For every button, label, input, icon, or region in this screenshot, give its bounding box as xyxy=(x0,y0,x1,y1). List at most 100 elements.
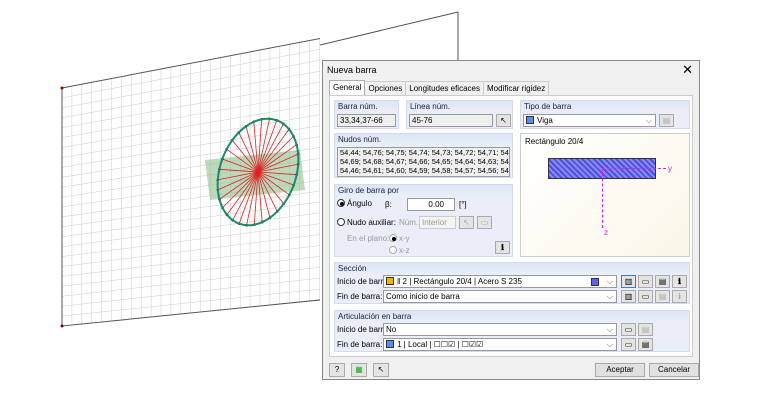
rotation-group: Giro de barra por Ángulo β: 0.00 [°] Nud… xyxy=(334,184,513,257)
tab-longitudes[interactable]: Longitudes eficaces xyxy=(405,81,484,96)
section-end-select[interactable]: Como inicio de barra ⌵ xyxy=(383,290,617,303)
nodes-line: 54,69; 54,68; 54,67; 54,66; 54,65; 54,64… xyxy=(340,157,510,166)
chevron-down-icon: ⌵ xyxy=(606,325,613,334)
release-system: Local xyxy=(407,340,428,349)
rotation-label: Giro de barra por xyxy=(335,185,512,196)
new-release-icon[interactable]: ▭ xyxy=(621,338,636,351)
new-node-icon[interactable]: ▭ xyxy=(477,216,492,229)
mesh-line xyxy=(61,267,320,297)
tab-opciones[interactable]: Opciones xyxy=(364,81,407,96)
chevron-down-icon: ⌵ xyxy=(606,277,613,286)
section-group: Sección Inicio de barra: ‖ 2 | Rectángul… xyxy=(334,262,690,304)
section-number: 2 xyxy=(402,277,407,286)
close-icon[interactable]: ✕ xyxy=(682,62,693,78)
plane-xz-radio[interactable]: x-z xyxy=(389,246,410,255)
mesh-line xyxy=(61,81,320,128)
info-icon[interactable]: ℹ xyxy=(495,241,510,254)
member-number-field[interactable]: 33,34,37-66 xyxy=(337,114,396,127)
plane-label: En el plano: xyxy=(347,234,390,243)
dialog-title: Nueva barra xyxy=(327,65,377,75)
z-axis xyxy=(602,168,603,228)
mesh-line xyxy=(61,277,320,307)
nodes-line: 54,44; 54,76; 54,75; 54,74; 54,73; 54,72… xyxy=(340,148,510,157)
member-type-select[interactable]: Viga ⌵ xyxy=(523,114,656,127)
aux-node-radio[interactable]: Nudo auxiliar: xyxy=(337,218,396,227)
member-number-group: Barra núm. 33,34,37-66 xyxy=(334,100,399,129)
y-axis xyxy=(602,168,666,169)
plane-xy-radio[interactable]: x-y xyxy=(389,234,410,243)
model-view-extension xyxy=(320,11,459,60)
info-icon[interactable]: ℹ xyxy=(672,290,687,303)
chevron-down-icon: ⌵ xyxy=(606,340,613,349)
member-type-value: Viga xyxy=(537,116,553,125)
mesh-line xyxy=(61,245,320,277)
z-axis-label: z xyxy=(604,228,608,237)
library-icon[interactable]: ▥ xyxy=(621,275,636,288)
release-label: Articulación en barra xyxy=(335,311,689,322)
section-material: Acero S 235 xyxy=(477,277,522,286)
edit-section-icon[interactable]: ▤ xyxy=(655,290,670,303)
section-end-value: Como inicio de barra xyxy=(386,292,460,301)
material-color-swatch xyxy=(591,278,599,286)
member-type-group: Tipo de barra Viga ⌵ ▤ xyxy=(520,100,690,129)
mesh-line xyxy=(61,288,320,317)
mesh-line xyxy=(61,114,320,158)
nodes-line: 54,46; 54,61; 54,60; 54,59; 54,58; 54,57… xyxy=(340,166,510,175)
section-preview: Rectángulo 20/4 y z xyxy=(520,133,690,257)
line-number-label: Línea núm. xyxy=(407,101,512,112)
aux-node-select[interactable]: Interior xyxy=(419,216,456,229)
units-icon[interactable]: ▦ xyxy=(351,363,367,377)
num-label: Núm.: xyxy=(399,218,421,227)
mesh-line xyxy=(61,212,320,247)
nodes-group: Nudos núm. 54,44; 54,76; 54,75; 54,74; 5… xyxy=(334,133,513,178)
aux-node-label: Nudo auxiliar: xyxy=(347,218,396,227)
release-group: Articulación en barra Inicio de barra: N… xyxy=(334,310,690,352)
cancel-button[interactable]: Cancelar xyxy=(649,363,699,377)
beta-input[interactable]: 0.00 xyxy=(407,198,455,211)
chevron-down-icon: ⌵ xyxy=(606,292,613,301)
angle-radio[interactable]: Ángulo xyxy=(337,199,372,208)
new-member-dialog: Nueva barra ✕ General Opciones Longitude… xyxy=(322,60,700,380)
mesh-line xyxy=(61,234,320,267)
line-number-group: Línea núm. 45-76 ↖ xyxy=(406,100,513,129)
section-end-label: Fin de barra: xyxy=(337,292,383,301)
info-icon[interactable]: ℹ xyxy=(672,275,687,288)
nodes-label: Nudos núm. xyxy=(335,134,512,145)
help-icon[interactable]: ? xyxy=(329,363,345,377)
section-color-swatch xyxy=(386,277,394,285)
edit-release-icon[interactable]: ▤ xyxy=(638,338,653,351)
mesh-line xyxy=(61,256,320,287)
pick-node-icon[interactable]: ↖ xyxy=(459,216,474,229)
line-number-field[interactable]: 45-76 xyxy=(409,114,493,127)
release-start-select[interactable]: No ⌵ xyxy=(383,323,617,336)
release-end-select[interactable]: 1 | Local | ☐☐☑ | ☐☑☑ ⌵ xyxy=(383,338,617,351)
structural-model-view[interactable] xyxy=(0,0,320,340)
edit-type-icon[interactable]: ▤ xyxy=(659,114,674,127)
edit-section-icon[interactable]: ▤ xyxy=(655,275,670,288)
node xyxy=(60,86,64,90)
library-icon[interactable]: ▥ xyxy=(621,290,636,303)
release-rotations: ☐☑☑ xyxy=(461,340,484,349)
release-translations: ☐☐☑ xyxy=(433,340,456,349)
release-number: 1 xyxy=(397,340,402,349)
section-name: Rectángulo 20/4 xyxy=(413,277,472,286)
release-color-swatch xyxy=(386,340,394,348)
section-start-label: Inicio de barra: xyxy=(337,277,390,286)
accept-button[interactable]: Aceptar xyxy=(595,363,645,377)
section-start-select[interactable]: ‖ 2 | Rectángulo 20/4 | Acero S 235 ⌵ xyxy=(383,275,617,288)
edit-release-icon[interactable]: ▤ xyxy=(638,323,653,336)
nodes-field[interactable]: 54,44; 54,76; 54,75; 54,74; 54,73; 54,72… xyxy=(337,147,510,177)
pick-icon[interactable]: ↖ xyxy=(373,363,389,377)
tab-rigidez[interactable]: Modificar rigidez xyxy=(482,81,550,96)
new-section-icon[interactable]: ▭ xyxy=(638,290,653,303)
new-release-icon[interactable]: ▭ xyxy=(621,323,636,336)
tab-general[interactable]: General xyxy=(329,80,366,95)
member-type-label: Tipo de barra xyxy=(521,101,689,112)
mesh-line xyxy=(61,49,320,99)
preview-title: Rectángulo 20/4 xyxy=(525,137,584,146)
chevron-down-icon: ⌵ xyxy=(645,116,652,125)
pick-line-icon[interactable]: ↖ xyxy=(496,114,511,127)
member-number-label: Barra núm. xyxy=(335,101,398,112)
new-section-icon[interactable]: ▭ xyxy=(638,275,653,288)
general-panel: Barra núm. 33,34,37-66 Línea núm. 45-76 … xyxy=(329,95,693,357)
